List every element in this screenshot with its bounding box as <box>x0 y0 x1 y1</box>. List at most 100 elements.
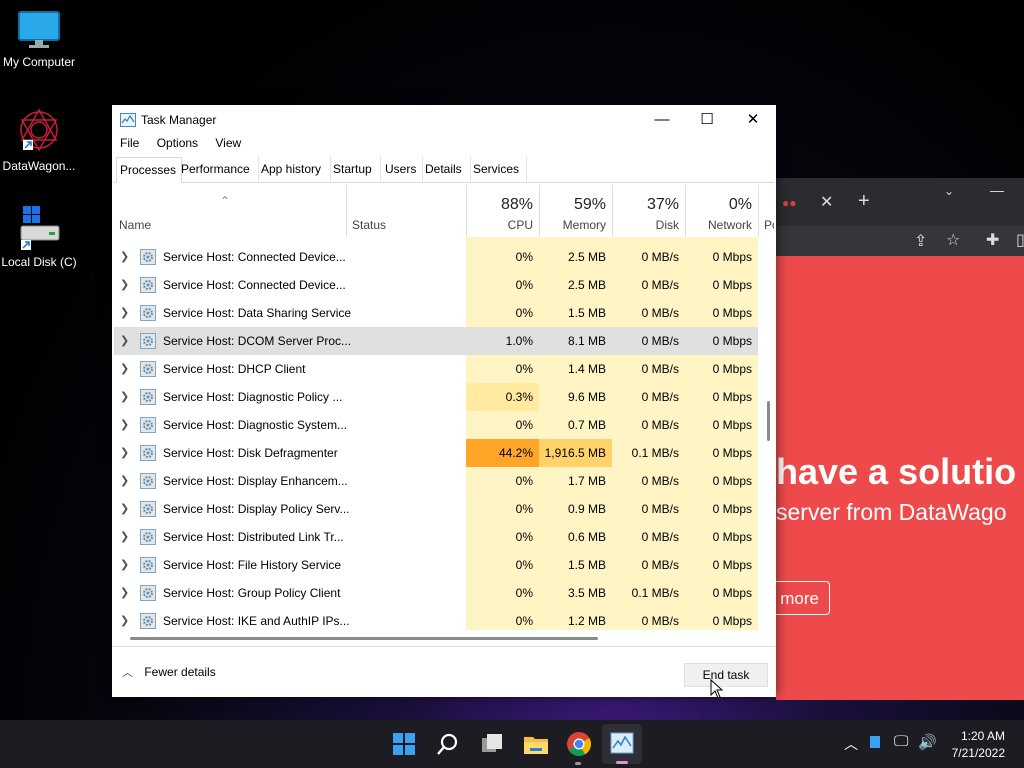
memory-cell: 1.7 MB <box>539 467 612 495</box>
desktop-icon-my-computer[interactable]: My Computer <box>0 10 82 69</box>
tab-search-icon[interactable]: ⌄ <box>944 184 954 198</box>
column-header-network[interactable]: 0% Network <box>685 185 759 237</box>
column-header-memory[interactable]: 59% Memory <box>539 185 613 237</box>
tab-app-history[interactable]: App history <box>258 157 331 181</box>
minimize-icon[interactable]: — <box>990 182 1004 198</box>
learn-more-button[interactable]: more <box>776 581 830 615</box>
expand-chevron-icon[interactable]: ❯ <box>120 558 129 571</box>
sidebar-icon[interactable]: ▯ <box>1016 230 1024 250</box>
table-row[interactable]: ❯ Service Host: Group Policy Client 0% 3.5 … <box>114 579 758 607</box>
tab-users[interactable]: Users <box>382 157 423 181</box>
clock[interactable]: 1:20 AM 7/21/2022 <box>940 729 1005 760</box>
close-button[interactable]: ✕ <box>730 105 776 135</box>
process-name: Service Host: Connected Device... <box>163 250 346 264</box>
network-cell: 0 Mbps <box>685 383 758 411</box>
window-title: Task Manager <box>141 113 217 127</box>
column-header-status[interactable]: Status <box>346 185 467 237</box>
table-row[interactable]: ❯ Service Host: Disk Defragmenter 44.2% 1,9… <box>114 439 758 467</box>
menu-file[interactable]: File <box>120 136 139 150</box>
horizontal-scrollbar-thumb[interactable] <box>130 637 598 640</box>
expand-chevron-icon[interactable]: ❯ <box>120 614 129 627</box>
extensions-icon[interactable]: ✚ <box>986 230 999 250</box>
desktop-icon-local-disk[interactable]: Local Disk (C) <box>0 204 82 269</box>
process-name: Service Host: Group Policy Client <box>163 586 341 600</box>
tab-processes[interactable]: Processes <box>116 157 182 183</box>
table-row[interactable]: ❯ Service Host: Connected Device... 0% 2.5 … <box>114 243 758 271</box>
expand-chevron-icon[interactable]: ❯ <box>120 446 129 459</box>
title-bar[interactable]: Task Manager — ☐ ✕ <box>112 105 776 135</box>
fewer-details-button[interactable]: ︿ Fewer details <box>122 664 216 680</box>
expand-chevron-icon[interactable]: ❯ <box>120 334 129 347</box>
expand-chevron-icon[interactable]: ❯ <box>120 474 129 487</box>
table-row[interactable]: ❯ Service Host: File History Service 0% 1.5… <box>114 551 758 579</box>
tab-details[interactable]: Details <box>422 157 471 181</box>
file-explorer-icon[interactable] <box>520 728 552 760</box>
expand-chevron-icon[interactable]: ❯ <box>120 390 129 403</box>
browser-window[interactable]: ●● ✕ + ⌄ — ⇪ ☆ ✚ ▯ have a solutio server… <box>776 178 1024 700</box>
end-task-button[interactable]: End task <box>684 663 768 687</box>
column-name-label: Name <box>119 218 152 232</box>
tab-favicon-icon: ●● <box>782 196 797 210</box>
expand-chevron-icon[interactable]: ❯ <box>120 530 129 543</box>
task-manager-taskbar-active[interactable] <box>602 724 642 764</box>
disk-cell: 0 MB/s <box>612 243 685 271</box>
scrollbar-thumb[interactable] <box>767 401 770 441</box>
cpu-cell: 0% <box>466 243 539 271</box>
new-tab-icon[interactable]: + <box>858 190 870 213</box>
tab-services[interactable]: Services <box>470 157 527 181</box>
expand-chevron-icon[interactable]: ❯ <box>120 586 129 599</box>
minimize-button[interactable]: — <box>639 105 685 135</box>
task-view-icon[interactable] <box>476 728 508 760</box>
network-cell: 0 Mbps <box>685 495 758 523</box>
table-row[interactable]: ❯ Service Host: Display Policy Serv... 0% 0… <box>114 495 758 523</box>
expand-chevron-icon[interactable]: ❯ <box>120 362 129 375</box>
table-row[interactable]: ❯ Service Host: Distributed Link Tr... 0% 0… <box>114 523 758 551</box>
table-row[interactable]: ❯ Service Host: Diagnostic Policy ... 0.3%… <box>114 383 758 411</box>
chrome-running-indicator <box>575 762 581 765</box>
network-cell: 0 Mbps <box>685 411 758 439</box>
chrome-icon[interactable] <box>563 728 595 760</box>
close-tab-icon[interactable]: ✕ <box>820 192 833 212</box>
service-gear-icon <box>140 529 156 545</box>
table-row[interactable]: ❯ Service Host: Diagnostic System... 0% 0.7… <box>114 411 758 439</box>
table-row[interactable]: ❯ Service Host: Display Enhancem... 0% 1.7 … <box>114 467 758 495</box>
menu-view[interactable]: View <box>215 136 241 150</box>
bookmark-star-icon[interactable]: ☆ <box>946 230 960 250</box>
share-icon[interactable]: ⇪ <box>914 231 927 251</box>
disk-cell: 0.1 MB/s <box>612 579 685 607</box>
expand-chevron-icon[interactable]: ❯ <box>120 502 129 515</box>
column-header-cpu[interactable]: 88% CPU <box>466 185 540 237</box>
tab-performance[interactable]: Performance <box>178 157 259 181</box>
service-gear-icon <box>140 277 156 293</box>
tray-app-icon[interactable] <box>870 736 880 748</box>
network-cell: 0 Mbps <box>685 523 758 551</box>
start-windows-icon[interactable] <box>388 728 420 760</box>
table-row[interactable]: ❯ Service Host: DCOM Server Proc... 1.0% 8.… <box>114 327 758 355</box>
service-gear-icon <box>140 333 156 349</box>
task-manager-window[interactable]: Task Manager — ☐ ✕ File Options View Pro… <box>112 105 776 699</box>
menu-options[interactable]: Options <box>157 136 198 150</box>
table-row[interactable]: ❯ Service Host: Data Sharing Service 0% 1.5… <box>114 299 758 327</box>
volume-icon[interactable]: 🔊 <box>918 733 937 751</box>
network-cell: 0 Mbps <box>685 271 758 299</box>
table-row[interactable]: ❯ Service Host: DHCP Client 0% 1.4 MB 0 MB/s… <box>114 355 758 383</box>
network-icon[interactable]: 🖵 <box>894 733 908 750</box>
expand-chevron-icon[interactable]: ❯ <box>120 278 129 291</box>
column-header-name[interactable]: ⌃ Name <box>114 185 347 237</box>
service-gear-icon <box>140 557 156 573</box>
search-icon[interactable] <box>432 728 464 760</box>
network-cell: 0 Mbps <box>685 607 758 630</box>
maximize-button[interactable]: ☐ <box>684 105 730 135</box>
expand-chevron-icon[interactable]: ❯ <box>120 306 129 319</box>
cpu-total-percent: 88% <box>500 196 533 213</box>
desktop-icon-datawagon[interactable]: DataWagon... <box>0 106 82 173</box>
tab-startup[interactable]: Startup <box>330 157 381 181</box>
expand-chevron-icon[interactable]: ❯ <box>120 250 129 263</box>
process-name: Service Host: Diagnostic Policy ... <box>163 390 343 404</box>
table-row[interactable]: ❯ Service Host: IKE and AuthIP IPs... 0% 1.… <box>114 607 758 630</box>
vertical-scrollbar[interactable] <box>762 195 772 635</box>
table-row[interactable]: ❯ Service Host: Connected Device... 0% 2.5 … <box>114 271 758 299</box>
expand-chevron-icon[interactable]: ❯ <box>120 418 129 431</box>
column-header-disk[interactable]: 37% Disk <box>612 185 686 237</box>
show-hidden-icons-icon[interactable]: ︿ <box>844 734 858 754</box>
